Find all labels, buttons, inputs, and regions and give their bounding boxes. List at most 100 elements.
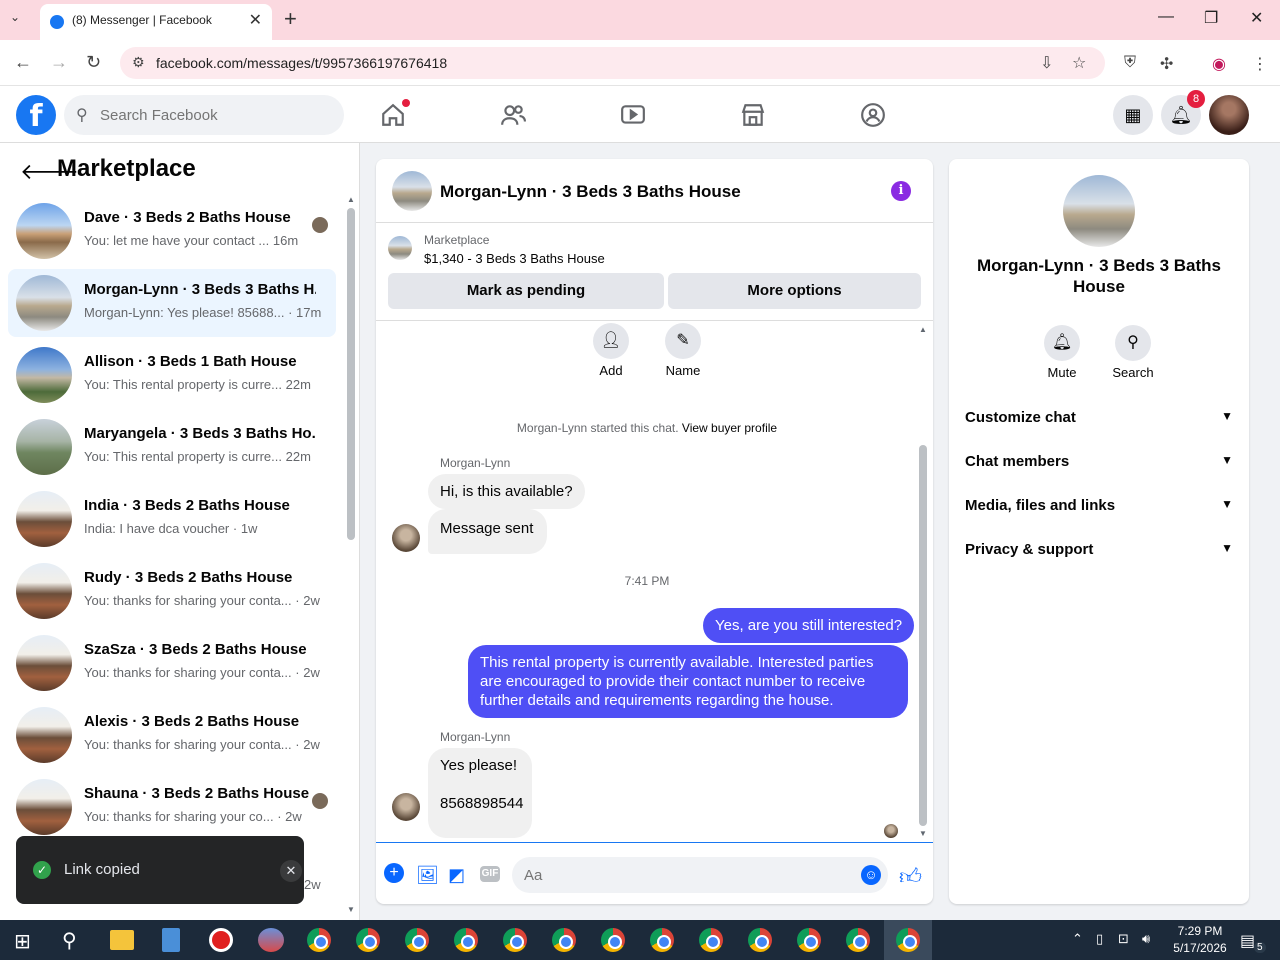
profile-icon[interactable]: ◉	[1212, 54, 1226, 74]
conversation-item[interactable]: Allison · 3 Beds 1 Bath House You: This …	[8, 341, 336, 409]
plus-actions-icon[interactable]: +	[384, 863, 404, 883]
more-options-button[interactable]: More options	[668, 273, 921, 309]
chat-members-row[interactable]: Chat members ▼	[965, 441, 1233, 485]
file-explorer-icon[interactable]	[110, 930, 134, 950]
conversation-item[interactable]: India · 3 Beds 2 Baths House India: I ha…	[8, 485, 336, 553]
conversation-item[interactable]: Maryangela · 3 Beds 3 Baths Ho... You: T…	[8, 413, 336, 481]
sidebar-scrollbar[interactable]	[347, 208, 355, 540]
mark-as-pending-button[interactable]: Mark as pending	[388, 273, 664, 309]
sender-avatar[interactable]	[392, 524, 420, 552]
chrome-icon[interactable]	[405, 928, 429, 952]
chrome-icon[interactable]	[601, 928, 625, 952]
calculator-icon[interactable]	[162, 928, 180, 952]
chat-listing-avatar[interactable]	[392, 171, 432, 211]
sender-avatar[interactable]	[392, 793, 420, 821]
install-app-icon[interactable]: ⇩	[1040, 53, 1053, 73]
close-toast-icon[interactable]: ✕	[280, 860, 302, 882]
close-window-icon[interactable]: ✕	[1250, 8, 1263, 28]
incoming-message[interactable]: Yes please! 8568898544	[428, 748, 532, 838]
outgoing-message[interactable]: Yes, are you still interested?	[703, 608, 915, 643]
facebook-search-input[interactable]	[64, 95, 344, 135]
conversation-name: Maryangela · 3 Beds 3 Baths Ho...	[84, 425, 316, 442]
site-info-icon[interactable]: ⚙	[132, 54, 145, 71]
chrome-icon[interactable]	[356, 928, 380, 952]
listing-thumbnail[interactable]	[388, 236, 412, 260]
chrome-icon[interactable]	[454, 928, 478, 952]
conversation-item[interactable]: Rudy · 3 Beds 2 Baths House You: thanks …	[8, 557, 336, 625]
media-files-links-row[interactable]: Media, files and links ▼	[965, 485, 1233, 529]
message-input[interactable]	[512, 857, 888, 893]
address-bar[interactable]: ⚙ facebook.com/messages/t/99573661976764…	[120, 47, 1105, 79]
friends-icon[interactable]	[500, 102, 528, 130]
incoming-message[interactable]: Message sent	[428, 509, 548, 554]
volume-icon[interactable]: 🔊︎	[1142, 931, 1150, 947]
back-arrow-icon[interactable]: ←	[14, 52, 32, 73]
battery-icon[interactable]: ▯	[1096, 931, 1103, 947]
conversation-item[interactable]: Dave · 3 Beds 2 Baths House You: let me …	[8, 197, 336, 265]
chrome-icon[interactable]	[307, 928, 331, 952]
outgoing-message[interactable]: This rental property is currently availa…	[468, 645, 908, 718]
thumbs-up-like-icon[interactable]: 👍︎	[899, 863, 922, 890]
chrome-icon-active[interactable]	[896, 928, 920, 952]
search-icon[interactable]: ⚲	[1115, 325, 1151, 361]
scroll-down-arrow-icon[interactable]: ▼	[919, 829, 927, 838]
chrome-icon[interactable]	[650, 928, 674, 952]
chat-scrollbar[interactable]	[919, 445, 927, 826]
incoming-message[interactable]: Hi, is this available?	[428, 474, 585, 509]
minimize-icon[interactable]: —	[1158, 8, 1174, 26]
listing-price[interactable]: $1,340 - 3 Beds 3 Baths House	[424, 251, 605, 266]
conversation-item[interactable]: Shauna · 3 Beds 2 Baths House You: thank…	[8, 773, 336, 841]
windows-taskbar: ⊞ ⚲ ⌃ ▯ ⊡ 🔊︎ 7:29 PM 5/17/2026 ▤ 5	[0, 920, 1280, 960]
facebook-logo-icon[interactable]: f	[16, 95, 56, 135]
network-icon[interactable]: ⊡	[1118, 931, 1129, 947]
attach-photo-icon[interactable]: 🖼︎	[416, 865, 439, 885]
notification-center-icon[interactable]: ▤	[1240, 931, 1255, 951]
emoji-icon[interactable]: ☺	[861, 865, 881, 885]
scroll-down-arrow-icon[interactable]: ▼	[347, 905, 355, 914]
taskbar-search-icon[interactable]: ⚲	[62, 928, 77, 953]
taskbar-clock[interactable]: 7:29 PM 5/17/2026	[1170, 923, 1230, 957]
recorder-icon[interactable]	[209, 928, 233, 952]
menu-grid-icon[interactable]: ▦	[1113, 95, 1153, 135]
account-avatar[interactable]	[1209, 95, 1249, 135]
privacy-support-row[interactable]: Privacy & support ▼	[965, 529, 1233, 573]
tray-chevron-icon[interactable]: ⌃	[1072, 931, 1083, 947]
conversation-item[interactable]: Alexis · 3 Beds 2 Baths House You: thank…	[8, 701, 336, 769]
sticker-icon[interactable]: ◩	[448, 865, 468, 885]
shield-extension-icon[interactable]: ⛨	[1124, 54, 1136, 72]
chrome-icon[interactable]	[699, 928, 723, 952]
view-buyer-profile-link[interactable]: View buyer profile	[682, 421, 777, 435]
customize-chat-row[interactable]: Customize chat ▼	[965, 397, 1233, 441]
windows-start-icon[interactable]: ⊞	[14, 929, 31, 954]
groups-icon[interactable]	[860, 102, 888, 130]
new-tab-plus-icon[interactable]: +	[284, 6, 297, 32]
tab-search-chevron-icon[interactable]: ⌄	[10, 10, 20, 24]
chrome-icon[interactable]	[797, 928, 821, 952]
marketplace-store-icon[interactable]	[740, 102, 768, 130]
edit-name-pencil-icon[interactable]: ✎	[665, 323, 701, 359]
info-icon[interactable]: i	[891, 181, 911, 201]
chrome-icon[interactable]	[503, 928, 527, 952]
scroll-up-arrow-icon[interactable]: ▲	[919, 325, 927, 334]
chrome-icon[interactable]	[846, 928, 870, 952]
conversation-item-active[interactable]: Morgan-Lynn · 3 Beds 3 Baths H... Morgan…	[8, 269, 336, 337]
mute-bell-icon[interactable]: 🔔︎	[1044, 325, 1080, 361]
chrome-icon[interactable]	[748, 928, 772, 952]
bookmark-star-icon[interactable]: ☆	[1072, 53, 1086, 73]
gif-icon[interactable]: GIF	[480, 866, 500, 882]
close-tab-icon[interactable]: ✕	[249, 10, 262, 30]
browser-menu-icon[interactable]: ⋮	[1252, 54, 1268, 74]
restore-icon[interactable]: ❐	[1204, 8, 1218, 28]
scroll-up-arrow-icon[interactable]: ▲	[347, 195, 355, 204]
add-person-icon[interactable]: 👤︎	[593, 323, 629, 359]
watch-video-icon[interactable]	[620, 102, 648, 130]
chat-title[interactable]: Morgan-Lynn · 3 Beds 3 Baths House	[440, 182, 741, 202]
conversation-item[interactable]: SzaSza · 3 Beds 2 Baths House You: thank…	[8, 629, 336, 697]
chat-details-avatar[interactable]	[1063, 175, 1135, 247]
forward-arrow-icon[interactable]: →	[50, 52, 68, 73]
paint-app-icon[interactable]	[258, 928, 284, 952]
extensions-puzzle-icon[interactable]: ✣	[1160, 54, 1173, 74]
chrome-icon[interactable]	[552, 928, 576, 952]
browser-tab-messenger[interactable]: (8) Messenger | Facebook ✕	[40, 4, 272, 40]
reload-icon[interactable]: ↻	[86, 52, 101, 73]
